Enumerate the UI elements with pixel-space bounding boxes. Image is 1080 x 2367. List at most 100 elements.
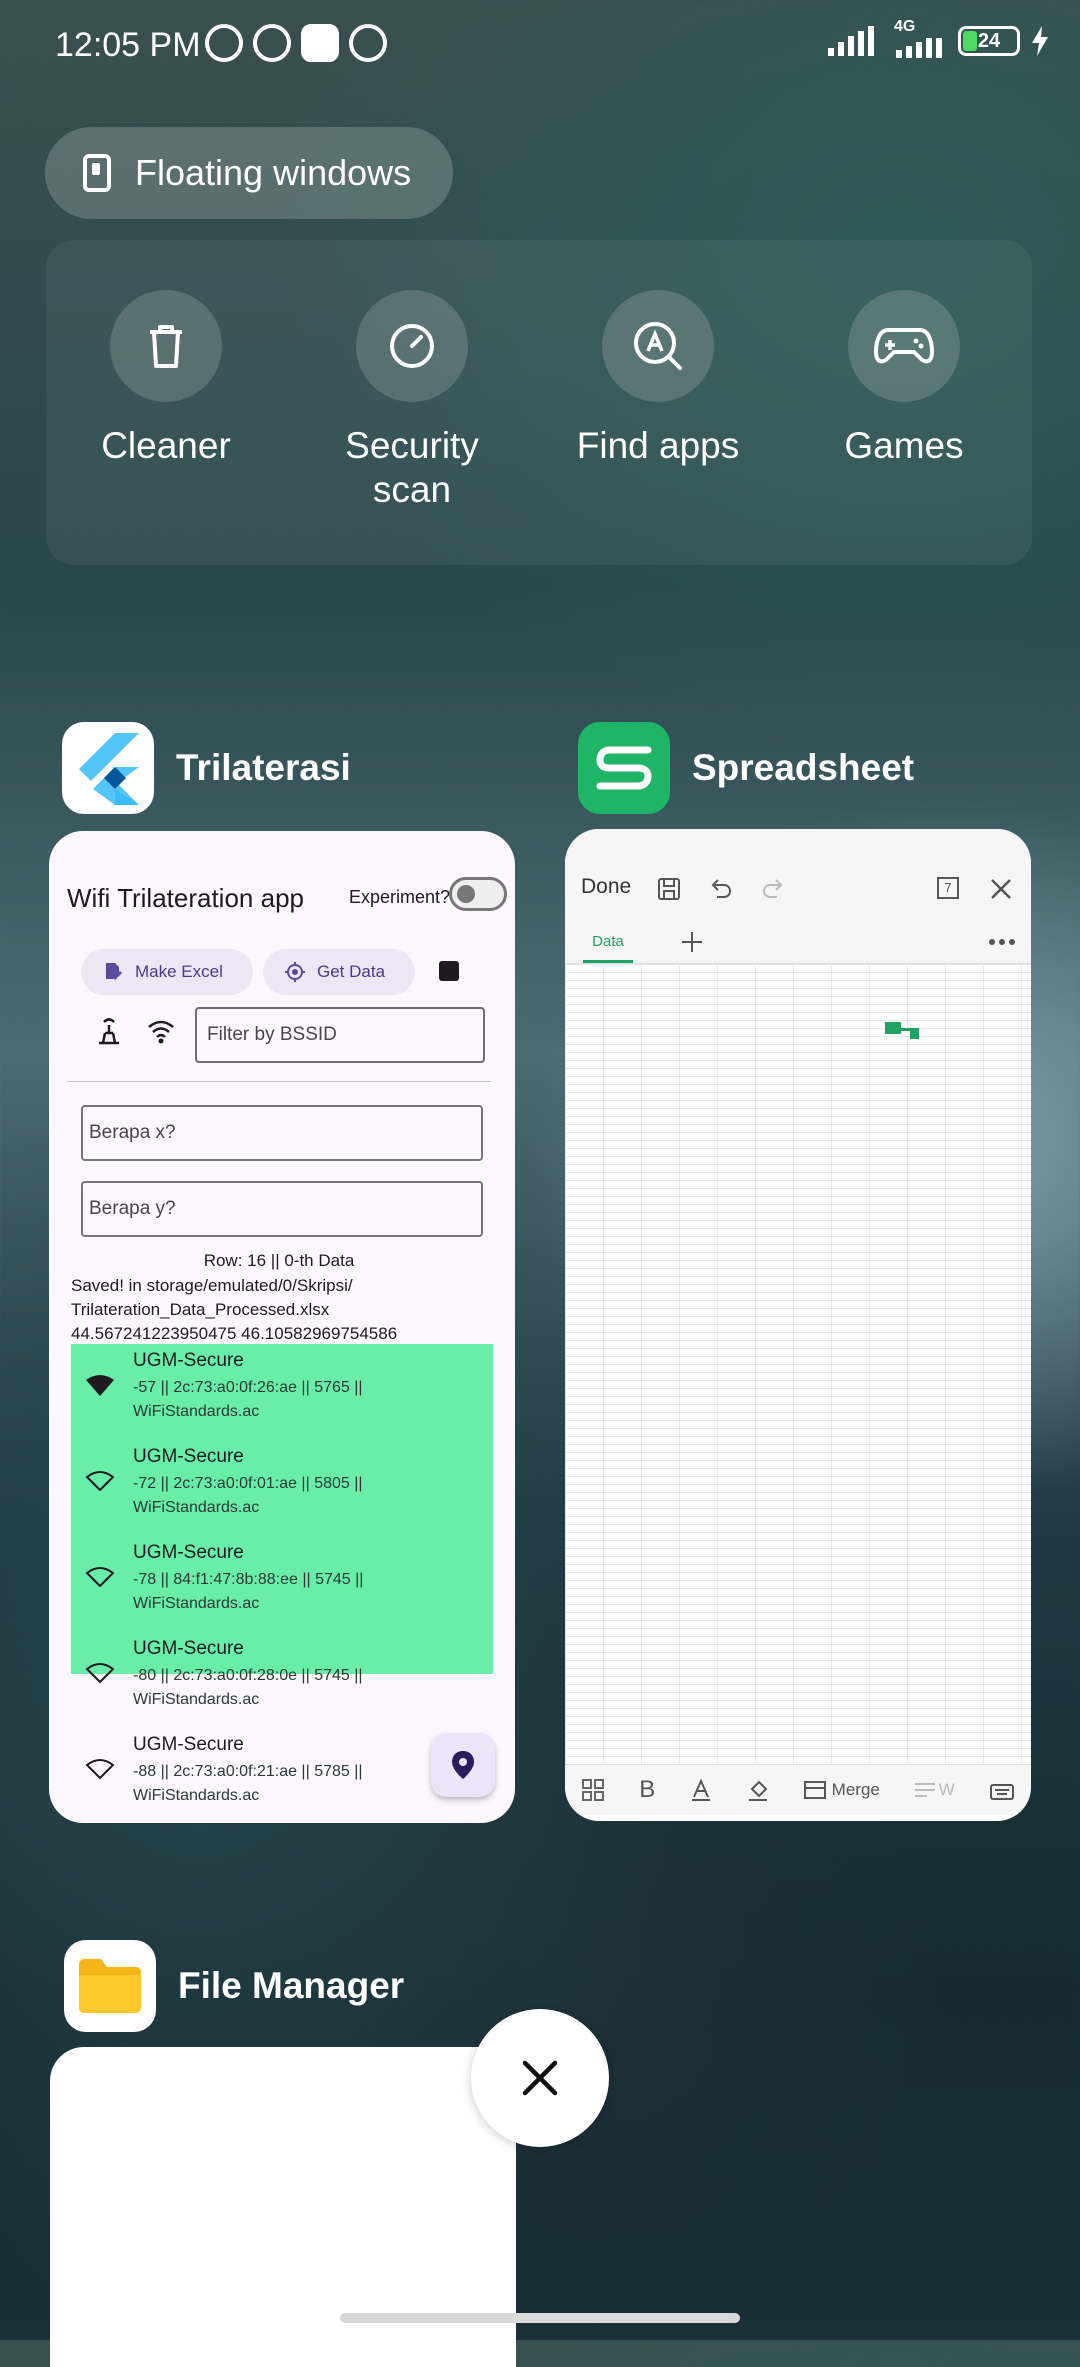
make-excel-label: Make Excel (135, 962, 223, 981)
wrap-text-icon (914, 1783, 935, 1797)
wifi-outline-icon (86, 1471, 114, 1491)
charging-icon (1032, 26, 1048, 56)
trash-icon (110, 290, 222, 402)
clear-all-button[interactable] (471, 2009, 609, 2147)
font-color-icon[interactable] (690, 1779, 712, 1801)
notification-icon (349, 24, 387, 62)
app-name: File Manager (178, 1965, 405, 2006)
wifi-icon[interactable] (147, 1017, 175, 1045)
wifi-detail: -57 || 2c:73:a0:0f:26:ae || 5765 || WiFi… (133, 1379, 363, 1420)
spreadsheet-bottom-toolbar: B Merge W (565, 1764, 1031, 1815)
spreadsheet-toolbar: Done 7 (565, 829, 1031, 921)
saved-path: Saved! in storage/emulated/0/Skripsi/ Tr… (71, 1276, 353, 1319)
quick-action-find-apps[interactable]: Find apps (538, 290, 778, 468)
make-excel-button[interactable]: Make Excel (81, 949, 253, 995)
save-icon[interactable] (439, 961, 459, 981)
floating-windows-button[interactable]: Floating windows (45, 127, 453, 219)
wifi-outline-icon (86, 1663, 114, 1683)
grid-menu-icon[interactable] (582, 1779, 605, 1801)
gamepad-icon (848, 290, 960, 402)
floating-windows-label: Floating windows (135, 152, 412, 193)
page-count[interactable]: 7 (937, 877, 959, 899)
saved-status: Saved! in storage/emulated/0/Skripsi/ Tr… (71, 1274, 501, 1346)
list-item[interactable]: UGM-Secure -78 || 84:f1:47:8b:88:ee || 5… (71, 1536, 493, 1631)
close-icon[interactable] (989, 877, 1013, 901)
folder-icon (64, 1940, 156, 2032)
app-name: Trilaterasi (176, 747, 351, 788)
quick-action-label: Security scan (345, 425, 479, 510)
quick-action-label: Find apps (576, 425, 740, 466)
router-icon[interactable] (95, 1017, 123, 1045)
wifi-list: UGM-Secure -57 || 2c:73:a0:0f:26:ae || 5… (71, 1344, 493, 1804)
list-item[interactable]: UGM-Secure -57 || 2c:73:a0:0f:26:ae || 5… (71, 1344, 493, 1439)
list-item[interactable]: UGM-Secure -80 || 2c:73:a0:0f:28:0e || 5… (71, 1632, 493, 1727)
list-item[interactable]: UGM-Secure -88 || 2c:73:a0:0f:21:ae || 5… (71, 1728, 493, 1823)
wifi-outline-icon (86, 1567, 114, 1587)
experiment-label: Experiment? (349, 887, 451, 907)
wifi-ssid: UGM-Secure (133, 1350, 244, 1371)
list-item[interactable]: UGM-Secure -72 || 2c:73:a0:0f:01:ae || 5… (71, 1440, 493, 1535)
wrap-button[interactable]: W (914, 1780, 955, 1800)
floating-window-icon (83, 154, 111, 192)
divider (67, 1081, 491, 1082)
location-pin-icon (452, 1751, 474, 1779)
selection-handle[interactable] (910, 1030, 919, 1039)
signal-icon (896, 38, 942, 58)
row-status: Row: 16 || 0-th Data (203, 1251, 355, 1270)
game-controller-icon (301, 24, 339, 62)
battery-indicator: 24 (958, 26, 1020, 56)
add-sheet-icon[interactable] (680, 930, 704, 954)
wifi-ssid: UGM-Secure (133, 1638, 244, 1659)
quick-action-cleaner[interactable]: Cleaner (46, 290, 286, 468)
more-icon[interactable] (989, 938, 1015, 946)
experiment-toggle[interactable] (449, 877, 507, 911)
bssid-filter-input[interactable]: Filter by BSSID (195, 1007, 485, 1063)
x-input[interactable]: Berapa x? (81, 1105, 483, 1161)
battery-percent: 24 (977, 29, 1001, 52)
wifi-ssid: UGM-Secure (133, 1734, 244, 1755)
app-header-spreadsheet[interactable]: Spreadsheet (578, 722, 914, 814)
quick-action-security-scan[interactable]: Security scan (292, 290, 532, 512)
get-data-label: Get Data (317, 962, 386, 981)
battery-level (963, 31, 977, 51)
signal-icon (828, 26, 874, 56)
gps-icon (285, 962, 305, 982)
app-header-trilaterasi[interactable]: Trilaterasi (62, 722, 351, 814)
app-card-trilaterasi[interactable]: Wifi Trilateration app Experiment? Make … (49, 831, 515, 1823)
security-scan-icon (356, 290, 468, 402)
wifi-detail: -72 || 2c:73:a0:0f:01:ae || 5805 || WiFi… (133, 1475, 363, 1516)
edit-file-icon (106, 963, 122, 980)
status-icons (205, 24, 387, 62)
merge-button[interactable]: Merge (803, 1780, 880, 1800)
save-icon[interactable] (657, 877, 681, 901)
home-indicator[interactable] (340, 2313, 740, 2323)
location-fab[interactable] (431, 1733, 495, 1797)
wifi-outline-icon (86, 1759, 114, 1779)
bold-button[interactable]: B (639, 1776, 655, 1804)
coordinates-text: 44.567241223950475 46.10582969754586 (71, 1324, 398, 1343)
done-button[interactable]: Done (581, 875, 631, 899)
y-input[interactable]: Berapa y? (81, 1181, 483, 1237)
undo-icon[interactable] (709, 877, 733, 901)
network-type: 4G (894, 18, 916, 35)
sheet-tabs: Data (565, 921, 1031, 964)
spreadsheet-grid[interactable] (565, 964, 1031, 1764)
wifi-strong-icon (86, 1375, 114, 1396)
wifi-ssid: UGM-Secure (133, 1446, 244, 1467)
quick-action-label: Cleaner (101, 425, 231, 466)
quick-actions-panel: Cleaner Security scan Find apps Games (46, 240, 1032, 565)
quick-action-games[interactable]: Games (784, 290, 1024, 468)
spreadsheet-logo-icon (578, 722, 670, 814)
selection-handle[interactable] (885, 1022, 901, 1034)
wifi-ssid: UGM-Secure (133, 1542, 244, 1563)
network-indicator: 4G (888, 18, 948, 58)
fill-color-icon[interactable] (747, 1779, 769, 1801)
merge-cells-icon (803, 1781, 826, 1799)
keyboard-icon[interactable] (989, 1780, 1014, 1800)
tab-data[interactable]: Data (583, 921, 633, 963)
app-header-file-manager[interactable]: File Manager (64, 1940, 404, 2032)
redo-icon[interactable] (761, 877, 785, 901)
get-data-button[interactable]: Get Data (263, 949, 415, 995)
app-card-spreadsheet[interactable]: Done 7 Data B Merge W (565, 829, 1031, 1821)
alarm-icon (205, 24, 243, 62)
